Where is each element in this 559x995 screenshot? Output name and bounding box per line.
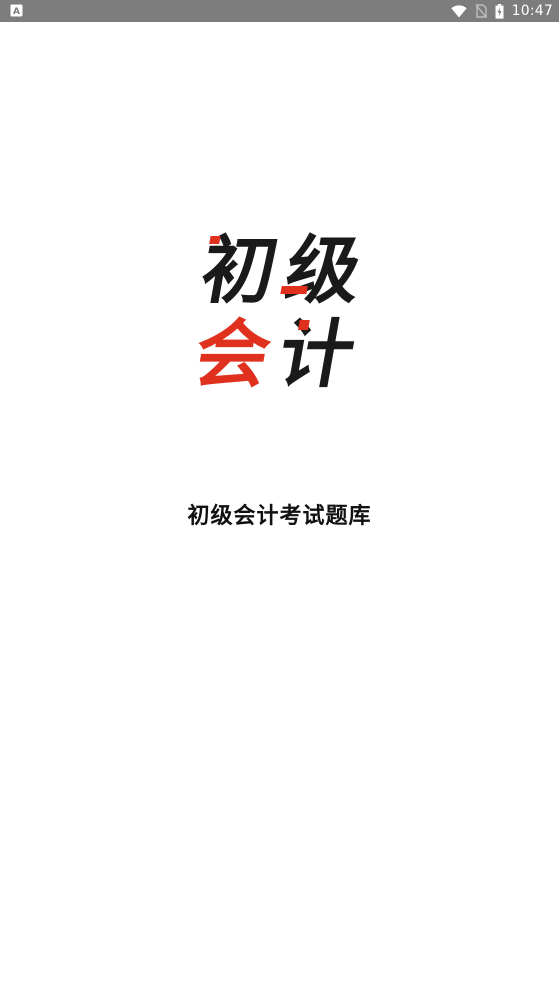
logo-char-hui: 会 bbox=[198, 312, 278, 388]
svg-text:A: A bbox=[13, 7, 20, 17]
status-icons: 10:47 bbox=[450, 0, 553, 22]
battery-charging-icon bbox=[495, 3, 504, 19]
logo-accent-stroke-3 bbox=[298, 320, 310, 330]
status-bar: A 10:47 bbox=[0, 0, 559, 22]
logo-accent-stroke-1 bbox=[209, 236, 221, 244]
logo-accent-stroke-2 bbox=[280, 286, 308, 294]
notification-a-icon: A bbox=[10, 4, 23, 17]
status-time: 10:47 bbox=[511, 3, 553, 19]
logo-char-ji2: 计 bbox=[272, 312, 361, 388]
no-sim-icon bbox=[475, 4, 487, 18]
app-logo: 初 级 会 计 bbox=[198, 228, 369, 388]
logo-char-ji: 级 bbox=[279, 228, 369, 314]
wifi-icon bbox=[450, 4, 467, 17]
app-name: 初级会计考试题库 bbox=[187, 504, 372, 529]
